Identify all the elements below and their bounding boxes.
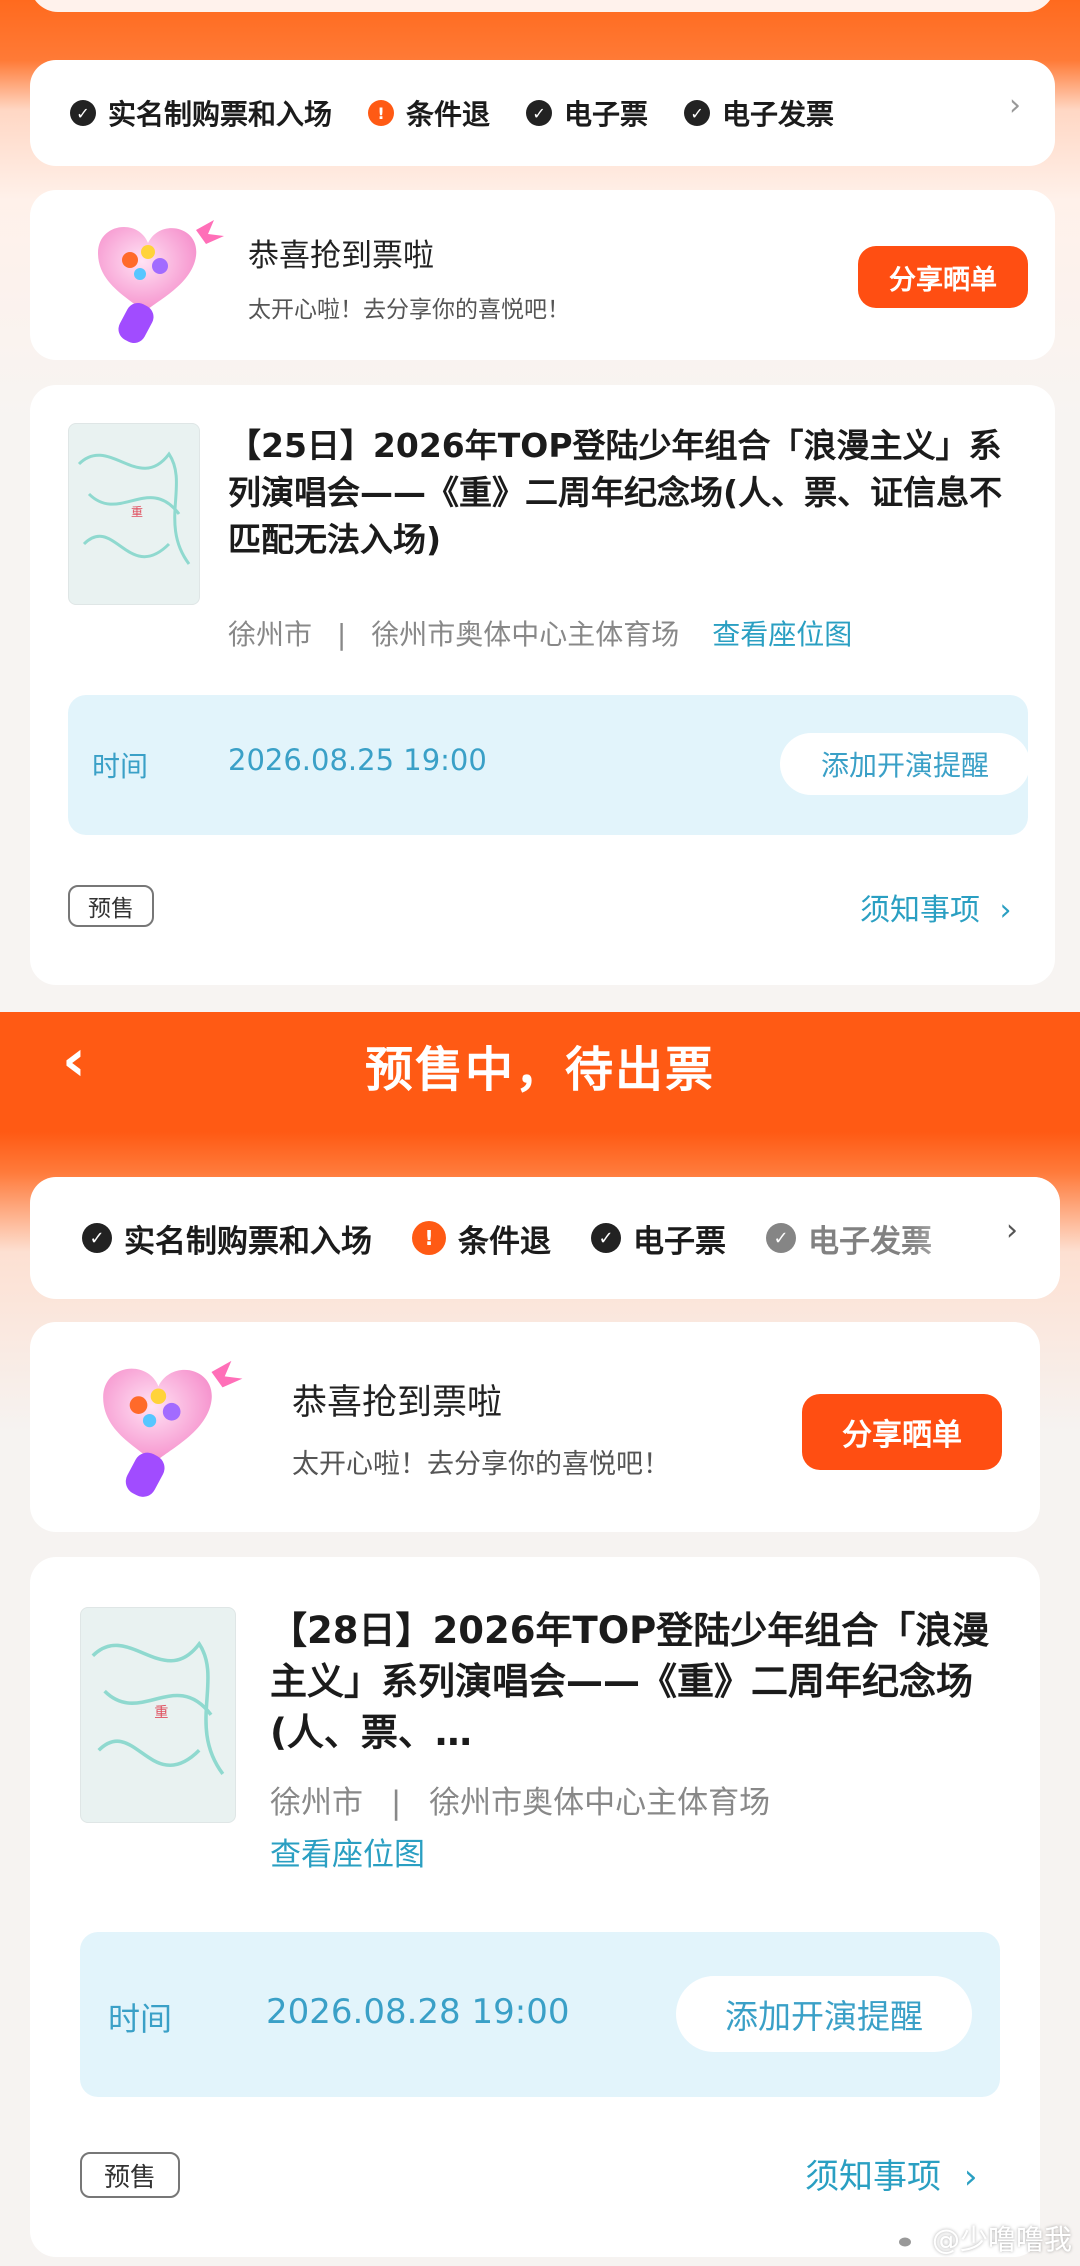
chevron-right-icon: › <box>999 893 1012 928</box>
venue-name: 徐州市奥体中心主体育场 <box>429 1785 771 1821</box>
watermark: @少噜噜我 <box>890 2218 1072 2258</box>
venue-separator: | <box>390 1785 402 1821</box>
time-label: 时间 <box>108 2000 173 2038</box>
feature-label: 条件退 <box>458 1223 551 1260</box>
check-circle-icon: ✓ <box>526 100 553 126</box>
venue-line: 徐州市 | 徐州市奥体中心主体育场 查看座位图 <box>228 613 852 653</box>
status-card-bottom <box>30 0 1055 12</box>
check-circle-icon: ✓ <box>591 1223 621 1253</box>
feature-e-invoice: ✓ 电子发票 <box>684 93 834 133</box>
feature-conditional-refund: ! 条件退 <box>412 1216 551 1261</box>
order-screenshot-1: ✓ 实名制购票和入场 ! 条件退 ✓ 电子票 ✓ 电子发票 › 恭喜抢到票啦 太 <box>0 0 1080 1012</box>
feature-e-invoice: ✓ 电子发票 <box>766 1216 932 1261</box>
poster-art: 重 <box>91 1640 225 1775</box>
feature-real-name: ✓ 实名制购票和入场 <box>82 1216 372 1261</box>
feature-label: 实名制购票和入场 <box>108 98 333 131</box>
feature-real-name: ✓ 实名制购票和入场 <box>70 93 332 133</box>
event-title: 【28日】2026年TOP登陆少年组合「浪漫主义」系列演唱会——《重》二周年纪念… <box>270 1609 990 1755</box>
feature-label: 条件退 <box>406 98 491 131</box>
feature-label: 电子票 <box>633 1223 726 1260</box>
congrats-title: 恭喜抢到票啦 <box>292 1383 503 1423</box>
chevron-right-icon[interactable]: › <box>1006 1213 1018 1248</box>
event-title: 【25日】2026年TOP登陆少年组合「浪漫主义」系列演唱会——《重》二周年纪念… <box>228 426 1003 559</box>
congrats-title: 恭喜抢到票啦 <box>248 238 434 274</box>
svg-text:重: 重 <box>131 505 143 519</box>
feature-conditional-refund: ! 条件退 <box>368 93 490 133</box>
svg-text:重: 重 <box>154 1705 168 1721</box>
feature-strip[interactable]: ✓ 实名制购票和入场 ! 条件退 ✓ 电子票 ✓ 电子发票 › <box>30 60 1055 166</box>
venue-name: 徐州市奥体中心主体育场 <box>371 618 680 651</box>
event-poster[interactable]: 重 <box>68 423 200 605</box>
time-value: 2026.08.25 19:00 <box>228 743 487 777</box>
lightstick-icon <box>103 1360 243 1497</box>
time-box: 时间 2026.08.28 19:00 添加开演提醒 <box>80 1932 1000 2097</box>
event-card: 重 【28日】2026年TOP登陆少年组合「浪漫主义」系列演唱会——《重》二周年… <box>30 1557 1040 2257</box>
event-poster[interactable]: 重 <box>80 1607 236 1823</box>
watermark-text: @少噜噜我 <box>931 2223 1072 2256</box>
exclamation-circle-icon: ! <box>368 100 395 126</box>
congrats-subtitle: 太开心啦！去分享你的喜悦吧！ <box>248 297 570 323</box>
time-box: 时间 2026.08.25 19:00 添加开演提醒 <box>68 695 1030 835</box>
exclamation-circle-icon: ! <box>412 1221 446 1255</box>
check-circle-icon: ✓ <box>70 100 96 126</box>
page-title: 预售中，待出票 <box>364 1042 715 1098</box>
seat-map-link[interactable]: 查看座位图 <box>712 618 852 651</box>
seat-map-link[interactable]: 查看座位图 <box>270 1829 425 1874</box>
poster-art: 重 <box>77 451 191 565</box>
check-circle-icon: ✓ <box>82 1223 112 1253</box>
notice-label: 须知事项 <box>860 893 980 928</box>
venue-separator: | <box>336 618 347 651</box>
lightstick-icon <box>98 220 224 344</box>
add-reminder-button[interactable]: 添加开演提醒 <box>780 733 1030 795</box>
venue-city: 徐州市 <box>270 1785 363 1821</box>
presale-badge: 预售 <box>80 2152 180 2198</box>
feature-label: 实名制购票和入场 <box>124 1223 372 1260</box>
event-card: 重 【25日】2026年TOP登陆少年组合「浪漫主义」系列演唱会——《重》二周年… <box>30 385 1055 985</box>
fade-overlay <box>910 1177 1060 1299</box>
venue-line: 徐州市 | 徐州市奥体中心主体育场 <box>270 1777 770 1822</box>
venue-city: 徐州市 <box>228 618 313 651</box>
presale-badge: 预售 <box>68 885 154 927</box>
share-button[interactable]: 分享晒单 <box>858 246 1028 308</box>
weibo-icon <box>891 2225 925 2251</box>
time-label: 时间 <box>92 750 149 783</box>
add-reminder-button[interactable]: 添加开演提醒 <box>676 1976 972 2052</box>
feature-label: 电子发票 <box>722 98 835 131</box>
chevron-right-icon: › <box>963 2157 978 2197</box>
congrats-card: 恭喜抢到票啦 太开心啦！去分享你的喜悦吧！ 分享晒单 <box>30 1322 1040 1532</box>
time-value: 2026.08.28 19:00 <box>266 1992 570 2032</box>
check-circle-icon: ✓ <box>766 1223 796 1253</box>
order-screenshot-2: ‹ 预售中，待出票 ✓ 实名制购票和入场 ! 条件退 ✓ 电子票 ✓ 电子发票 … <box>0 1012 1080 2266</box>
share-button[interactable]: 分享晒单 <box>802 1394 1002 1470</box>
notice-link[interactable]: 须知事项 › <box>805 2149 977 2198</box>
notice-link[interactable]: 须知事项 › <box>860 885 1012 929</box>
check-circle-icon: ✓ <box>684 100 711 126</box>
chevron-right-icon[interactable]: › <box>1009 88 1021 123</box>
feature-strip[interactable]: ✓ 实名制购票和入场 ! 条件退 ✓ 电子票 ✓ 电子发票 › <box>30 1177 1060 1299</box>
feature-label: 电子票 <box>564 98 649 131</box>
notice-label: 须知事项 <box>805 2157 941 2197</box>
congrats-card: 恭喜抢到票啦 太开心啦！去分享你的喜悦吧！ 分享晒单 <box>30 190 1055 360</box>
congrats-subtitle: 太开心啦！去分享你的喜悦吧！ <box>292 1449 670 1480</box>
feature-e-ticket: ✓ 电子票 <box>591 1216 726 1261</box>
feature-e-ticket: ✓ 电子票 <box>526 93 648 133</box>
nav-header: ‹ 预售中，待出票 <box>0 1012 1080 1122</box>
